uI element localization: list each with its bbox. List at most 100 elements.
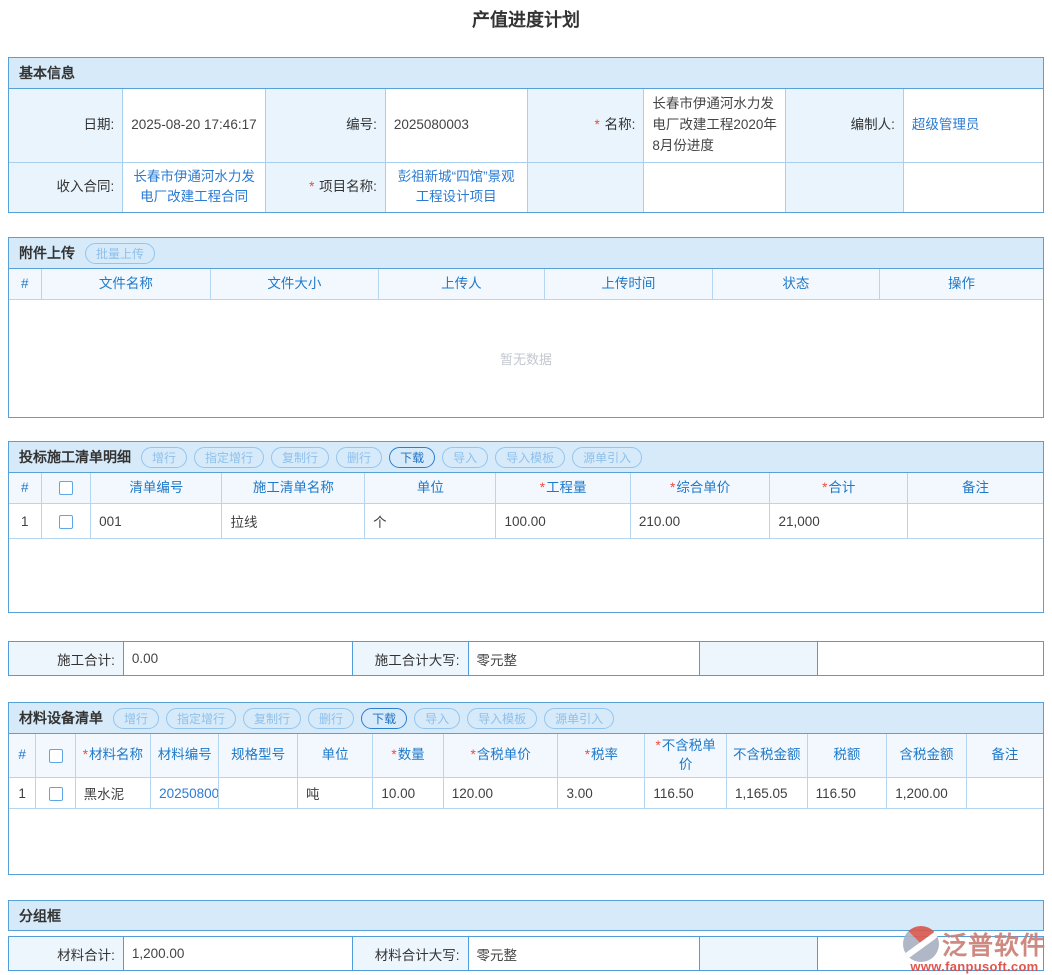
basic-info-header: 基本信息 [9, 58, 1043, 89]
creator-value[interactable]: 超级管理员 [903, 89, 1043, 162]
bid-list-section: 投标施工清单明细 增行 指定增行 复制行 删行 下载 导入 导入模板 源单引入 … [8, 441, 1044, 613]
empty-label-cell [527, 162, 644, 212]
required-mark: * [822, 480, 827, 495]
column-header: 规格型号 [219, 734, 298, 777]
required-mark: * [540, 480, 545, 495]
date-label: 日期: [9, 89, 123, 162]
bid-list-table: # 清单编号 施工清单名称 单位 *工程量 *综合单价 *合计 备注 1 001… [9, 473, 1043, 538]
column-header: # [9, 734, 36, 777]
basic-info-table: 日期: 2025-08-20 17:46:17 编号: 2025080003 *… [9, 89, 1043, 212]
row-checkbox[interactable] [49, 787, 63, 801]
cell-index: 1 [9, 503, 41, 538]
table-row: 1 001 拉线 个 100.00 210.00 21,000 [9, 503, 1043, 538]
select-all-checkbox[interactable] [59, 481, 73, 495]
materials-table: # *材料名称 材料编号 规格型号 单位 *数量 *含税单价 *税率 *不含税单… [9, 734, 1043, 808]
group-box-header: 分组框 [8, 900, 1044, 931]
column-header: 税额 [807, 734, 887, 777]
column-header [41, 473, 91, 503]
required-mark: * [83, 747, 88, 762]
column-header: 备注 [907, 473, 1043, 503]
copy-row-button[interactable]: 复制行 [271, 447, 329, 468]
add-row-button[interactable]: 增行 [141, 447, 187, 468]
watermark-brand-text: 泛普软件 [942, 926, 1046, 962]
copy-row-button[interactable]: 复制行 [243, 708, 301, 729]
import-button[interactable]: 导入 [442, 447, 488, 468]
download-button[interactable]: 下载 [389, 447, 435, 468]
column-header: *含税单价 [443, 734, 558, 777]
cell-price-no-tax: 116.50 [645, 777, 727, 808]
column-header: *工程量 [496, 473, 630, 503]
required-mark: * [656, 738, 661, 753]
import-button[interactable]: 导入 [414, 708, 460, 729]
basic-info-section: 基本信息 日期: 2025-08-20 17:46:17 编号: 2025080… [8, 57, 1044, 213]
column-header: 上传人 [378, 269, 544, 299]
required-mark: * [670, 480, 675, 495]
empty-area [9, 538, 1043, 612]
delete-row-button[interactable]: 删行 [336, 447, 382, 468]
materials-section: 材料设备清单 增行 指定增行 复制行 删行 下载 导入 导入模板 源单引入 # … [8, 702, 1044, 875]
number-value: 2025080003 [385, 89, 527, 162]
cell-price-with-tax: 120.00 [443, 777, 558, 808]
column-header: # [9, 473, 41, 503]
cell-name: 拉线 [222, 503, 365, 538]
select-all-checkbox[interactable] [49, 749, 63, 763]
empty-area [9, 808, 1043, 874]
attachments-section: 附件上传 批量上传 # 文件名称 文件大小 上传人 上传时间 状态 操作 [8, 237, 1044, 418]
import-template-button[interactable]: 导入模板 [495, 447, 565, 468]
source-import-button[interactable]: 源单引入 [544, 708, 614, 729]
table-row: 1 黑水泥 2025080000 吨 10.00 120.00 3.00 116… [9, 777, 1043, 808]
add-row-button[interactable]: 增行 [113, 708, 159, 729]
construction-summary-row: 施工合计: 0.00 施工合计大写: 零元整 [8, 641, 1044, 676]
section-title: 材料设备清单 [19, 708, 103, 728]
construction-total-value: 0.00 [123, 642, 352, 676]
contract-label: 收入合同: [9, 162, 123, 212]
construction-total-label: 施工合计: [9, 642, 124, 676]
materials-header: 材料设备清单 增行 指定增行 复制行 删行 下载 导入 导入模板 源单引入 [9, 703, 1043, 734]
materials-caps-label: 材料合计大写: [352, 937, 468, 971]
page: 产值进度计划 基本信息 日期: 2025-08-20 17:46:17 编号: … [0, 0, 1052, 975]
section-title: 附件上传 [19, 243, 75, 263]
delete-row-button[interactable]: 删行 [308, 708, 354, 729]
name-value: 长春市伊通河水力发电厂改建工程2020年8月份进度 [644, 89, 786, 162]
column-header [36, 734, 75, 777]
no-data-text: 暂无数据 [500, 349, 552, 368]
column-header: *不含税单价 [645, 734, 727, 777]
column-header: 备注 [966, 734, 1043, 777]
empty-cell [700, 937, 818, 971]
column-header: 单位 [365, 473, 496, 503]
cell-index: 1 [9, 777, 36, 808]
column-header: 单位 [297, 734, 372, 777]
row-checkbox[interactable] [59, 515, 73, 529]
project-value[interactable]: 彭祖新城“四馆”景观工程设计项目 [385, 162, 527, 212]
column-header: 不含税金额 [726, 734, 807, 777]
empty-cell [700, 642, 818, 676]
name-label: * 名称: [527, 89, 644, 162]
column-header: *材料名称 [75, 734, 150, 777]
cell-material-code[interactable]: 2025080000 [151, 777, 219, 808]
materials-summary-row: 材料合计: 1,200.00 材料合计大写: 零元整 [8, 936, 1044, 971]
import-template-button[interactable]: 导入模板 [467, 708, 537, 729]
cell-tax-rate: 3.00 [558, 777, 645, 808]
column-header: 文件名称 [41, 269, 211, 299]
column-header: 上传时间 [545, 269, 713, 299]
column-header: 操作 [880, 269, 1043, 299]
materials-total-label: 材料合计: [9, 937, 124, 971]
batch-upload-button[interactable]: 批量上传 [85, 243, 155, 264]
download-button[interactable]: 下载 [361, 708, 407, 729]
section-title: 分组框 [19, 906, 61, 926]
specify-add-row-button[interactable]: 指定增行 [194, 447, 264, 468]
required-mark: * [595, 117, 600, 132]
contract-value[interactable]: 长春市伊通河水力发电厂改建工程合同 [123, 162, 266, 212]
source-import-button[interactable]: 源单引入 [572, 447, 642, 468]
cell-quantity: 100.00 [496, 503, 630, 538]
column-header: *税率 [558, 734, 645, 777]
attachments-header: 附件上传 批量上传 [9, 238, 1043, 269]
specify-add-row-button[interactable]: 指定增行 [166, 708, 236, 729]
fanpu-logo-icon [903, 926, 939, 962]
column-header: 清单编号 [91, 473, 222, 503]
column-header: *数量 [373, 734, 443, 777]
required-mark: * [585, 747, 590, 762]
watermark-url-text: www.fanpusoft.com [910, 959, 1038, 974]
empty-value-cell [903, 162, 1043, 212]
materials-total-value: 1,200.00 [123, 937, 352, 971]
